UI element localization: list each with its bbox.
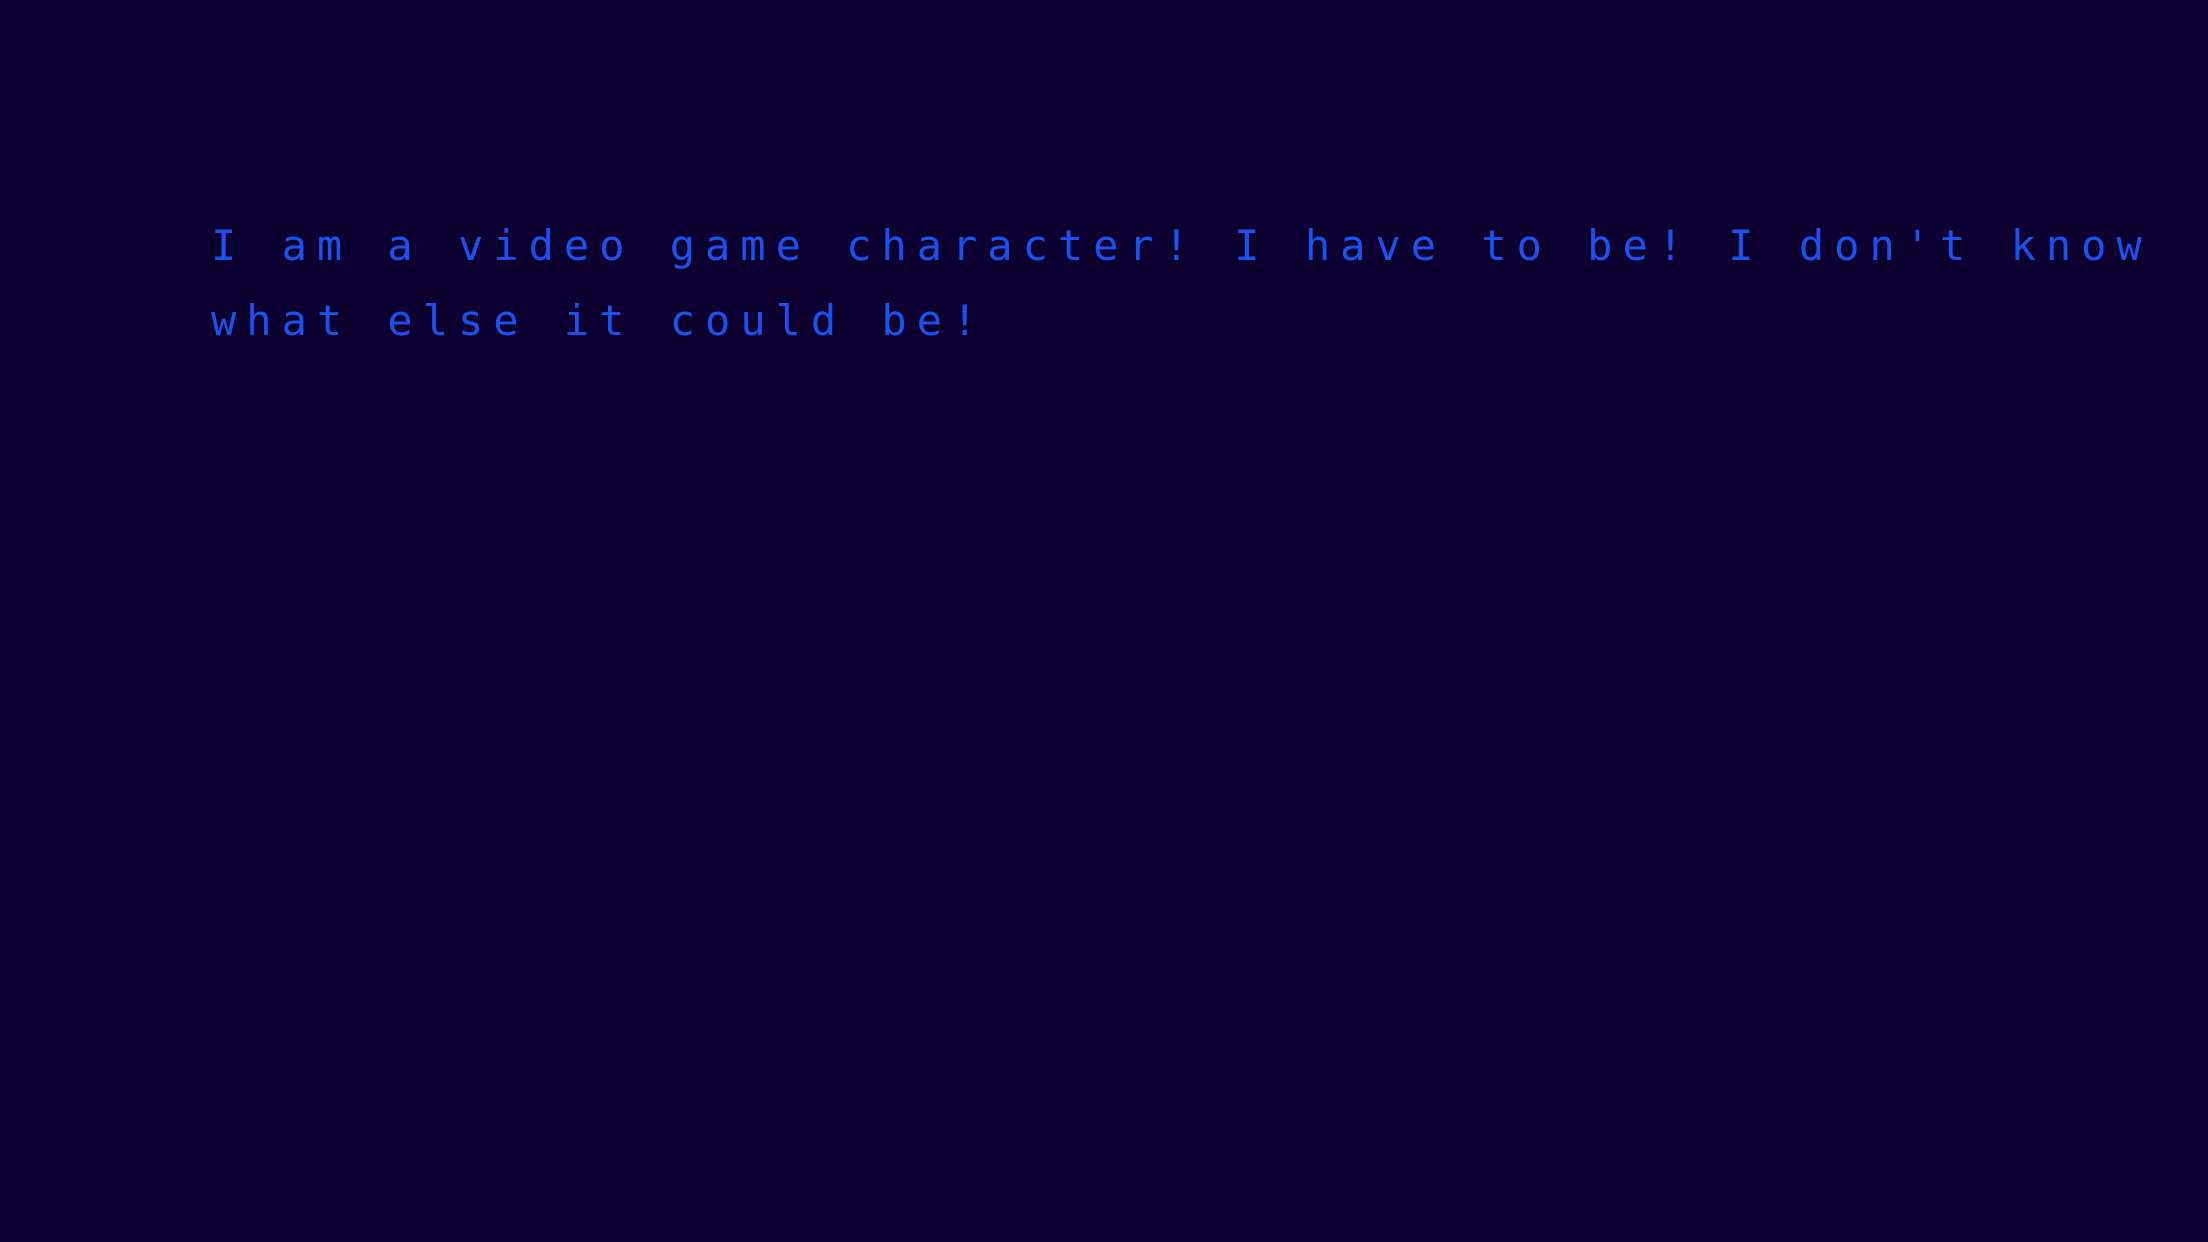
dialogue-text: I am a video game character! I have to b…: [211, 208, 2152, 358]
dialogue-line-1: I am a video game character! I have to b…: [211, 221, 2152, 270]
game-screen[interactable]: I am a video game character! I have to b…: [0, 0, 2208, 1242]
dialogue-line-2: what else it could be!: [211, 296, 988, 345]
